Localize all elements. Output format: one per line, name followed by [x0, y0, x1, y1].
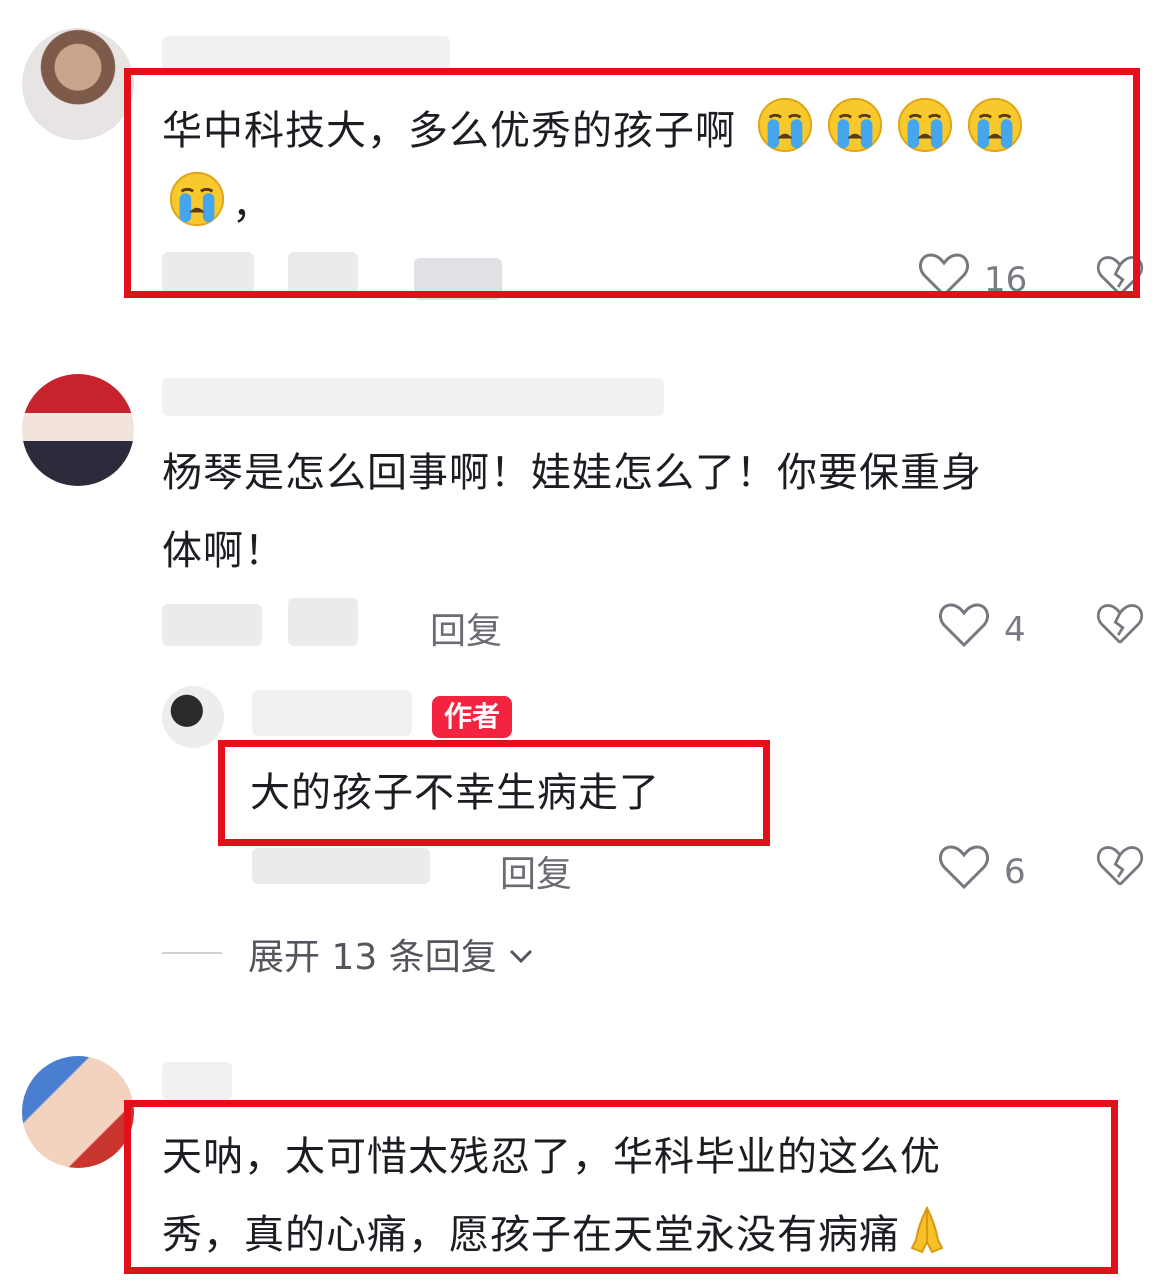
like-button[interactable]: 6 — [938, 844, 1026, 899]
highlight-box — [124, 1100, 1118, 1274]
divider — [162, 952, 222, 954]
chevron-down-icon — [507, 934, 535, 975]
location-blurred — [288, 598, 358, 646]
heart-icon — [938, 602, 990, 657]
timestamp-blurred — [252, 848, 430, 884]
broken-heart-icon[interactable] — [1096, 602, 1144, 650]
timestamp-blurred — [162, 604, 262, 646]
broken-heart-icon[interactable] — [1096, 844, 1144, 892]
username-blurred[interactable] — [162, 36, 450, 72]
avatar[interactable] — [22, 28, 134, 140]
highlight-box — [218, 740, 770, 846]
avatar[interactable] — [162, 686, 224, 748]
comment-text: 杨琴是怎么回事啊！娃娃怎么了！你要保重身 — [162, 450, 982, 496]
comment-text-cont: 体啊！ — [162, 528, 285, 574]
highlight-box — [124, 68, 1140, 298]
like-button[interactable]: 4 — [938, 602, 1026, 657]
heart-icon — [938, 844, 990, 899]
username-blurred[interactable] — [162, 1062, 232, 1100]
reply-button[interactable]: 回复 — [500, 845, 572, 897]
avatar[interactable] — [22, 1056, 134, 1168]
reply-button[interactable]: 回复 — [430, 602, 502, 654]
username-blurred[interactable] — [162, 378, 664, 416]
author-tag: 作者 — [432, 696, 513, 738]
like-count: 4 — [1004, 609, 1026, 650]
like-count: 6 — [1004, 851, 1026, 892]
avatar[interactable] — [22, 374, 134, 486]
expand-replies-button[interactable]: 展开 13 条回复 — [248, 928, 535, 980]
username-blurred[interactable] — [252, 690, 412, 736]
